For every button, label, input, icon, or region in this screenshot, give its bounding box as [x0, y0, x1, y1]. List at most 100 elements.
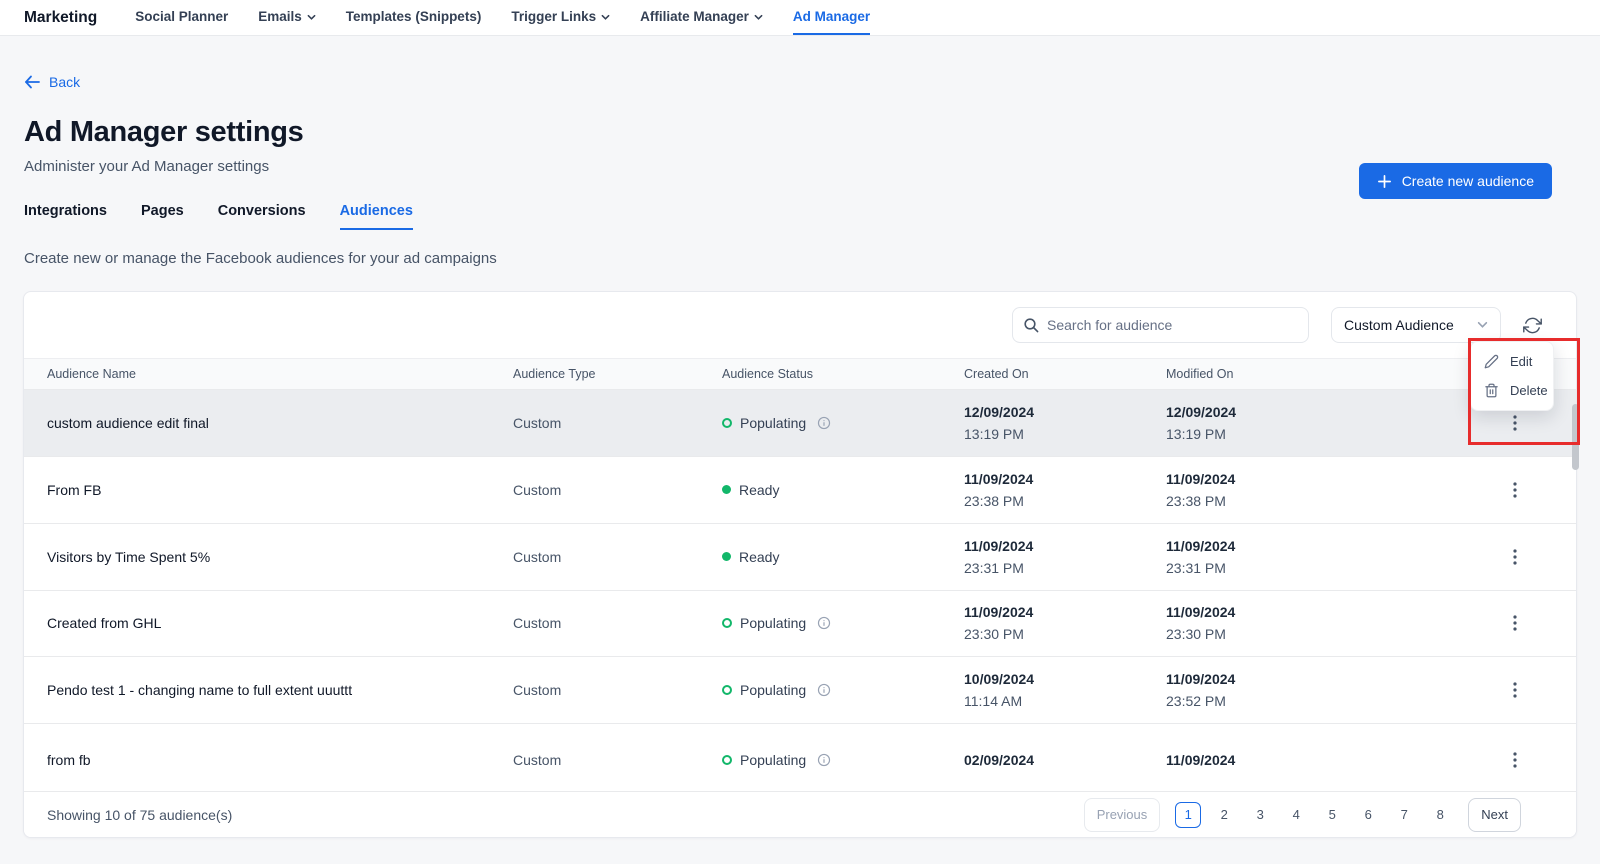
page-button-5[interactable]: 5 [1319, 801, 1346, 828]
modified-date: 11/09/2024 [1166, 537, 1236, 554]
status-dot-populating-icon [722, 618, 732, 629]
search-icon [1024, 318, 1039, 333]
created-time: 23:30 PM [964, 626, 1024, 643]
status-dot-populating-icon [722, 755, 732, 766]
created-on-cell: 11/09/2024 23:30 PM [964, 601, 1166, 645]
plus-icon [1377, 174, 1391, 188]
page-button-1[interactable]: 1 [1175, 801, 1202, 828]
info-icon[interactable] [817, 616, 831, 630]
next-page-button[interactable]: Next [1468, 797, 1521, 832]
top-nav: Marketing Social Planner Emails Template… [0, 0, 1600, 36]
audience-status: Ready [722, 482, 964, 498]
status-dot-populating-icon [722, 417, 732, 428]
column-header-audience-status: Audience Status [722, 367, 814, 381]
previous-page-button[interactable]: Previous [1083, 797, 1161, 832]
chevron-down-icon [307, 14, 316, 20]
column-header-modified-on: Modified On [1166, 367, 1234, 381]
page-button-6[interactable]: 6 [1355, 801, 1382, 828]
nav-item-trigger-links[interactable]: Trigger Links [511, 0, 610, 35]
page-subtitle: Administer your Ad Manager settings [24, 158, 270, 175]
actions-cell [1444, 478, 1553, 502]
table-header: Audience Name Audience Type Audience Sta… [24, 358, 1576, 390]
nav-item-templates-snippets[interactable]: Templates (Snippets) [346, 0, 482, 35]
tab-audiences[interactable]: Audiences [339, 203, 413, 230]
refresh-button[interactable] [1523, 316, 1542, 335]
create-new-audience-button[interactable]: Create new audience [1358, 163, 1552, 199]
status-label: Populating [740, 752, 807, 769]
audience-type-filter-dropdown[interactable]: Custom Audience [1331, 307, 1501, 343]
arrow-left-icon [25, 75, 40, 89]
info-icon[interactable] [817, 753, 831, 767]
page-button-4[interactable]: 4 [1283, 801, 1310, 828]
nav-item-emails[interactable]: Emails [258, 0, 316, 35]
page-button-7[interactable]: 7 [1391, 801, 1418, 828]
modified-time: 23:38 PM [1166, 492, 1226, 509]
modified-on-cell: 11/09/2024 23:30 PM [1166, 601, 1444, 645]
filter-selected-value: Custom Audience [1344, 317, 1454, 333]
table-row[interactable]: from fb Custom Populating 02/09/2024 11/… [24, 724, 1576, 791]
created-date: 11/09/2024 [964, 537, 1034, 554]
row-kebab-menu-icon[interactable] [1507, 478, 1523, 502]
tab-conversions[interactable]: Conversions [218, 203, 306, 230]
page-button-3[interactable]: 3 [1247, 801, 1274, 828]
info-icon[interactable] [817, 416, 831, 430]
page-button-8[interactable]: 8 [1427, 801, 1454, 828]
table-row[interactable]: Created from GHL Custom Populating 11/09… [24, 590, 1576, 658]
nav-item-social-planner[interactable]: Social Planner [135, 0, 228, 35]
row-kebab-menu-icon[interactable] [1507, 748, 1523, 772]
modified-time: 23:52 PM [1166, 693, 1226, 710]
actions-cell [1444, 678, 1553, 702]
section-description: Create new or manage the Facebook audien… [24, 250, 497, 267]
context-menu-edit[interactable]: Edit [1471, 347, 1553, 376]
column-header-audience-type: Audience Type [513, 367, 596, 381]
audience-name: Created from GHL [47, 615, 162, 632]
row-kebab-menu-icon[interactable] [1507, 411, 1523, 435]
row-kebab-menu-icon[interactable] [1507, 678, 1523, 702]
context-menu-delete[interactable]: Delete [1471, 376, 1553, 405]
chevron-down-icon [601, 14, 610, 20]
modified-date: 12/09/2024 [1166, 403, 1237, 420]
created-date: 11/09/2024 [964, 604, 1034, 621]
modified-on-cell: 11/09/2024 [1166, 749, 1444, 771]
nav-item-label: Emails [258, 9, 302, 24]
table-toolbar: Custom Audience [24, 292, 1576, 358]
nav-item-label: Templates (Snippets) [345, 9, 482, 24]
back-label: Back [49, 74, 81, 90]
audience-name: from fb [47, 752, 91, 769]
back-link[interactable]: Back [24, 74, 80, 90]
modified-date: 11/09/2024 [1166, 752, 1236, 769]
created-on-cell: 10/09/2024 11:14 AM [964, 668, 1166, 712]
table-row[interactable]: Visitors by Time Spent 5% Custom Ready 1… [24, 523, 1576, 591]
nav-item-affiliate-manager[interactable]: Affiliate Manager [640, 0, 763, 35]
actions-cell [1444, 748, 1553, 772]
audience-status: Populating [722, 415, 964, 431]
audience-search-input[interactable] [1012, 307, 1309, 343]
table-footer: Showing 10 of 75 audience(s) Previous 1 … [24, 791, 1576, 837]
nav-item-ad-manager[interactable]: Ad Manager [792, 0, 871, 35]
table-row[interactable]: From FB Custom Ready 11/09/2024 23:38 PM… [24, 456, 1576, 524]
modified-date: 11/09/2024 [1166, 671, 1236, 688]
scrollbar-thumb[interactable] [1572, 404, 1579, 470]
table-row[interactable]: Pendo test 1 - changing name to full ext… [24, 657, 1576, 725]
info-icon[interactable] [817, 683, 831, 697]
modified-on-cell: 11/09/2024 23:52 PM [1166, 668, 1444, 712]
audience-type: Custom [513, 615, 562, 632]
actions-cell [1444, 545, 1553, 569]
created-on-cell: 02/09/2024 [964, 749, 1166, 771]
column-header-audience-name: Audience Name [47, 367, 136, 381]
tab-integrations[interactable]: Integrations [24, 203, 107, 230]
row-kebab-menu-icon[interactable] [1507, 545, 1523, 569]
status-label: Populating [740, 615, 807, 632]
chevron-down-icon [754, 14, 763, 20]
row-kebab-menu-icon[interactable] [1507, 611, 1523, 635]
created-time: 23:38 PM [964, 492, 1024, 509]
table-row[interactable]: custom audience edit final Custom Popula… [24, 390, 1576, 457]
row-context-menu: Edit Delete [1470, 341, 1554, 411]
tab-pages[interactable]: Pages [141, 203, 184, 230]
created-on-cell: 12/09/2024 13:19 PM [964, 401, 1166, 445]
modified-on-cell: 11/09/2024 23:31 PM [1166, 535, 1444, 579]
page-button-2[interactable]: 2 [1211, 801, 1238, 828]
created-time: 13:19 PM [964, 425, 1024, 442]
status-label: Populating [740, 682, 807, 699]
created-on-cell: 11/09/2024 23:31 PM [964, 535, 1166, 579]
